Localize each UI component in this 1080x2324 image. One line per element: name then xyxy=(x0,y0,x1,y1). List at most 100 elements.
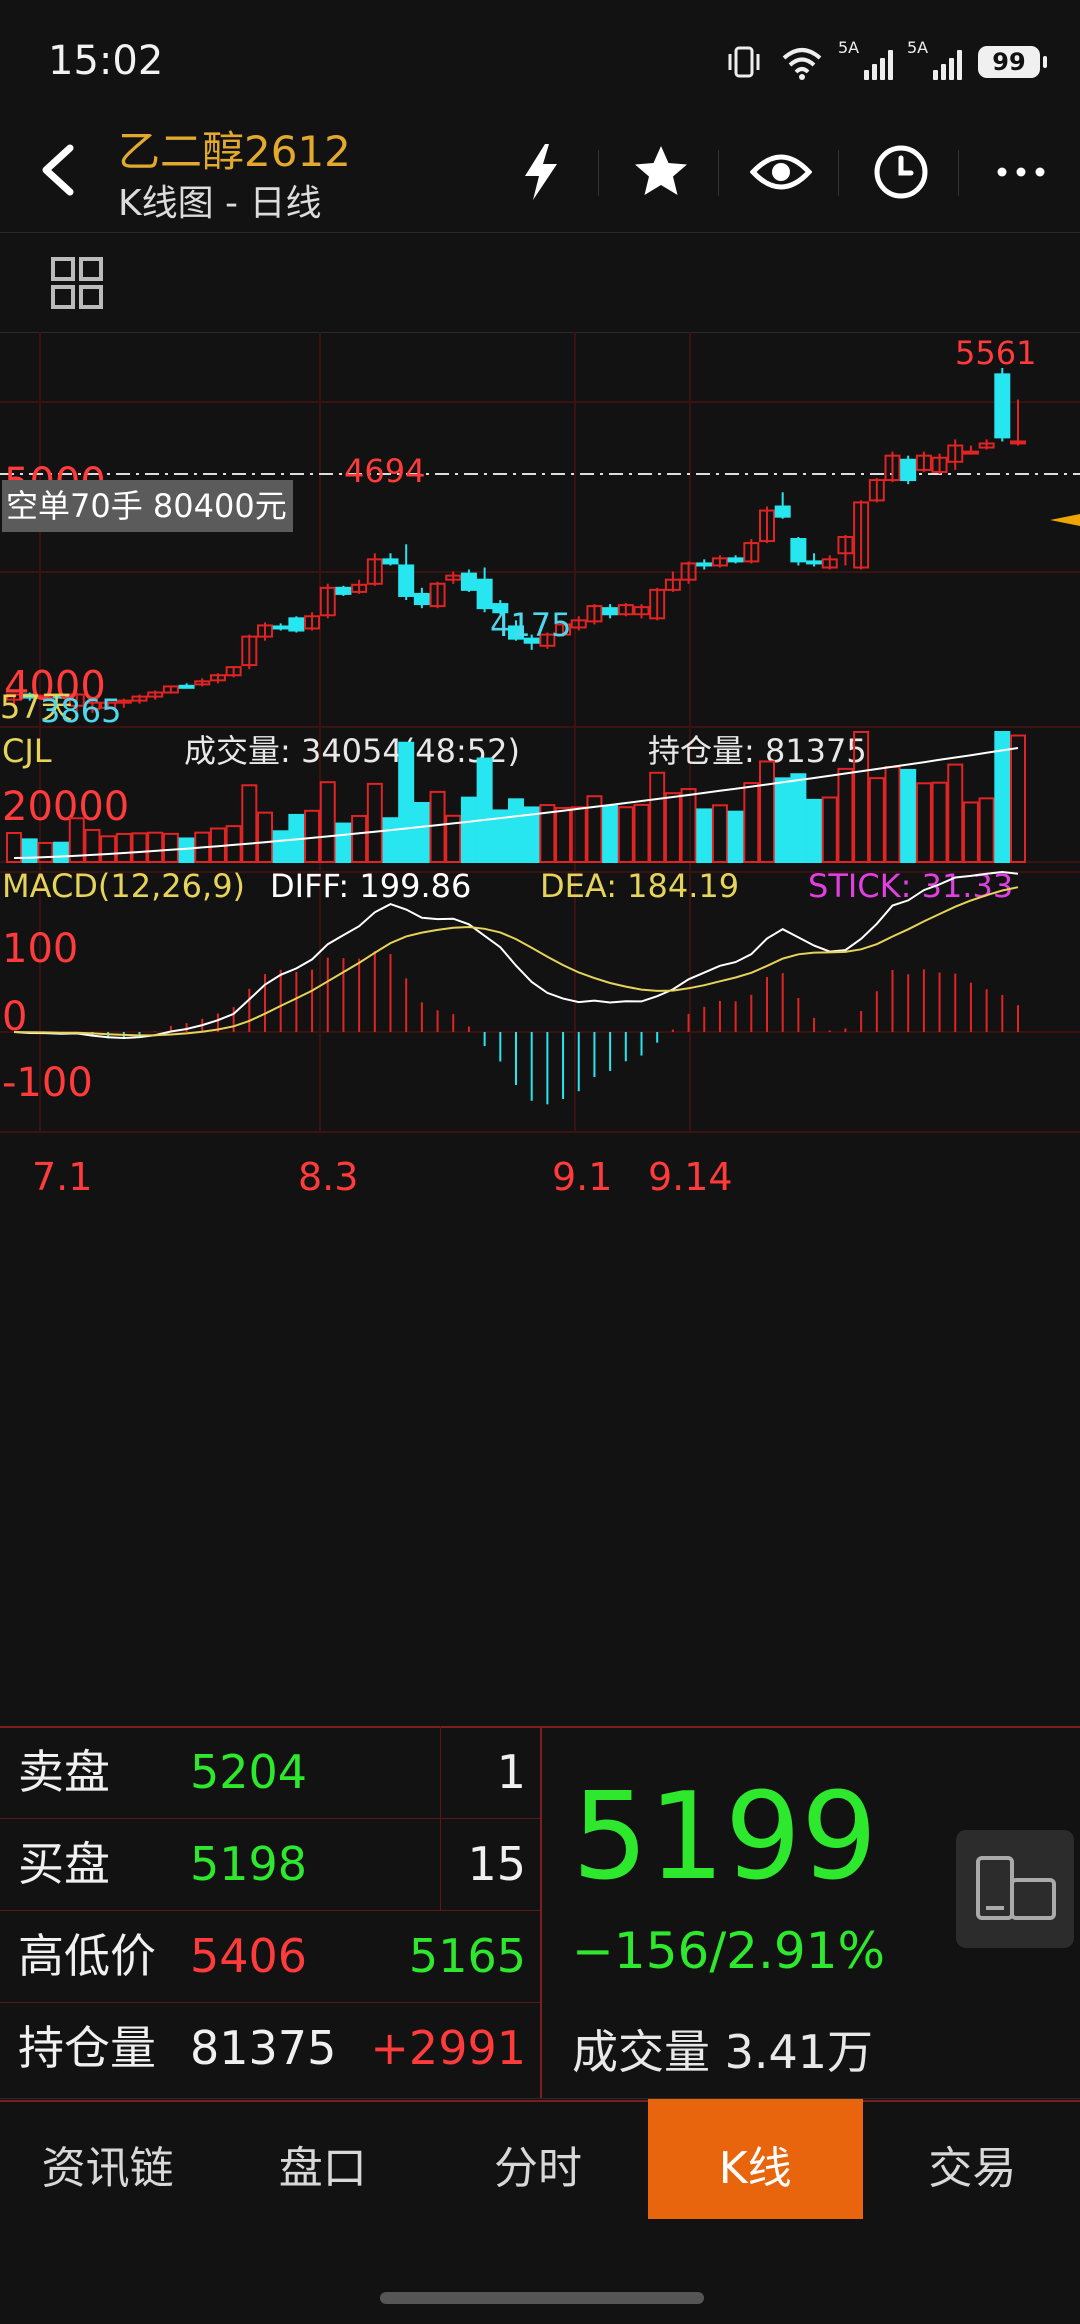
volume-bar xyxy=(570,806,587,864)
volume-bar xyxy=(162,832,179,864)
watch-button[interactable] xyxy=(746,140,816,204)
tab-kline[interactable]: K线 xyxy=(647,2099,863,2219)
volume-value: 成交量: 34054(48:52) xyxy=(184,732,520,770)
volume-bar xyxy=(633,803,650,863)
grid-layout-icon[interactable] xyxy=(50,256,104,310)
volume-bar xyxy=(900,768,917,863)
tab-intraday[interactable]: 分时 xyxy=(430,2099,645,2219)
high-low-label: 高低价 xyxy=(18,1929,156,1983)
bottom-nav: 资讯链 盘口 分时 K线 交易 xyxy=(0,2098,1080,2219)
volume-bar xyxy=(351,814,368,864)
volume-bar xyxy=(962,801,979,864)
candle-body xyxy=(476,578,493,610)
ask-row: 卖盘 5204 1 xyxy=(0,1726,540,1819)
volume-bar xyxy=(649,771,666,863)
status-bar: 15:02 5A 5A 99 xyxy=(0,0,1080,120)
device-switch-icon xyxy=(976,1856,1056,1920)
signal-label: 5A xyxy=(838,38,860,57)
kline-chart[interactable]: 5000400055614694417557天3865CJL成交量: 34054… xyxy=(0,332,1080,1726)
divider xyxy=(598,150,599,196)
high-price-label: 5561 xyxy=(955,334,1036,372)
date-axis-label: 7.1 xyxy=(32,1155,92,1199)
volume-bar xyxy=(774,777,791,864)
volume-bar xyxy=(759,760,775,864)
open-interest-label: 持仓量 xyxy=(18,2021,156,2075)
back-icon[interactable] xyxy=(30,140,90,200)
layout-toggle-button[interactable] xyxy=(956,1830,1074,1948)
candle-body xyxy=(382,558,399,565)
signal-icon-2: 5A xyxy=(907,38,962,80)
position-marker-icon xyxy=(1050,514,1080,526)
date-axis-label: 9.1 xyxy=(552,1155,612,1199)
candle-body xyxy=(272,625,289,630)
divider xyxy=(958,150,959,196)
macd-title: MACD(12,26,9) xyxy=(2,867,245,905)
volume-bar xyxy=(947,763,964,864)
home-indicator[interactable] xyxy=(380,2292,704,2304)
open-interest-value: 持仓量: 81375 xyxy=(648,732,867,770)
high-low-row: 高低价 5406 5165 xyxy=(0,1910,540,2003)
volume-bar xyxy=(664,792,681,863)
volume-bar xyxy=(413,802,430,863)
battery-icon: 99 xyxy=(978,46,1047,78)
high-price: 5406 xyxy=(190,1929,308,1983)
volume-bar xyxy=(1010,734,1026,863)
more-button[interactable] xyxy=(986,140,1056,204)
date-axis-label: 9.14 xyxy=(648,1155,733,1199)
last-price: 5199 xyxy=(572,1768,878,1907)
macd-axis-label: 100 xyxy=(2,926,78,972)
candle-body xyxy=(602,607,619,616)
volume-bar xyxy=(53,841,70,864)
open-interest-row: 持仓量 81375 +2991 xyxy=(0,2002,540,2094)
contract-title: 乙二醇2612 xyxy=(118,127,351,176)
candle-body xyxy=(994,373,1011,439)
volume-bar xyxy=(727,810,744,864)
signal-icon: 5A xyxy=(838,38,893,80)
volume-bar xyxy=(115,832,132,864)
ask-label: 卖盘 xyxy=(18,1745,110,1799)
volume-bar xyxy=(884,766,901,863)
volume-bar xyxy=(711,804,728,863)
open-interest-change: +2991 xyxy=(370,2021,526,2075)
quote-panel: 卖盘 5204 1 买盘 5198 15 高低价 5406 5165 持仓量 8… xyxy=(0,1726,1080,2102)
tab-news-chain[interactable]: 资讯链 xyxy=(0,2099,215,2219)
status-icons: 5A 5A 99 xyxy=(724,38,1047,84)
low-price: 5165 xyxy=(408,1929,526,1983)
volume-bar xyxy=(272,830,289,863)
flash-button[interactable] xyxy=(506,140,576,204)
tab-order-book[interactable]: 盘口 xyxy=(215,2099,430,2219)
clock: 15:02 xyxy=(48,38,164,84)
volume-summary: 成交量 3.41万 xyxy=(572,2025,874,2079)
chart-subtitle: K线图 - 日线 xyxy=(118,183,322,224)
candle-body xyxy=(288,617,305,632)
candle-body xyxy=(696,562,713,567)
tab-trade[interactable]: 交易 xyxy=(865,2099,1080,2219)
candle-body xyxy=(900,458,917,482)
price-change: −156/2.91% xyxy=(572,1922,886,1980)
macd-diff: DIFF: 199.86 xyxy=(270,867,471,905)
bid-label: 买盘 xyxy=(18,1837,110,1891)
local-low-label: 4175 xyxy=(490,606,571,644)
macd-dea: DEA: 184.19 xyxy=(540,867,739,905)
volume-bar xyxy=(241,784,258,863)
lightning-icon xyxy=(525,144,557,200)
candle-body xyxy=(1010,440,1026,445)
volume-bar xyxy=(931,781,948,864)
bid-row: 买盘 5198 15 xyxy=(0,1818,540,1911)
low-price-label: 3865 xyxy=(40,692,121,730)
volume-bar xyxy=(257,811,273,863)
volume-bar xyxy=(460,796,477,863)
volume-bar xyxy=(147,831,164,864)
more-icon xyxy=(997,167,1045,177)
volume-bar xyxy=(178,837,195,864)
volume-bar xyxy=(617,806,634,863)
clock-icon xyxy=(874,145,928,199)
candle-body xyxy=(806,560,823,565)
volume-bar xyxy=(476,757,493,863)
open-interest-value: 81375 xyxy=(190,2021,337,2075)
history-button[interactable] xyxy=(866,140,936,204)
favorite-button[interactable] xyxy=(626,140,696,204)
volume-bar xyxy=(84,828,101,863)
volume-bar xyxy=(868,777,885,863)
volume-bar xyxy=(398,741,415,864)
